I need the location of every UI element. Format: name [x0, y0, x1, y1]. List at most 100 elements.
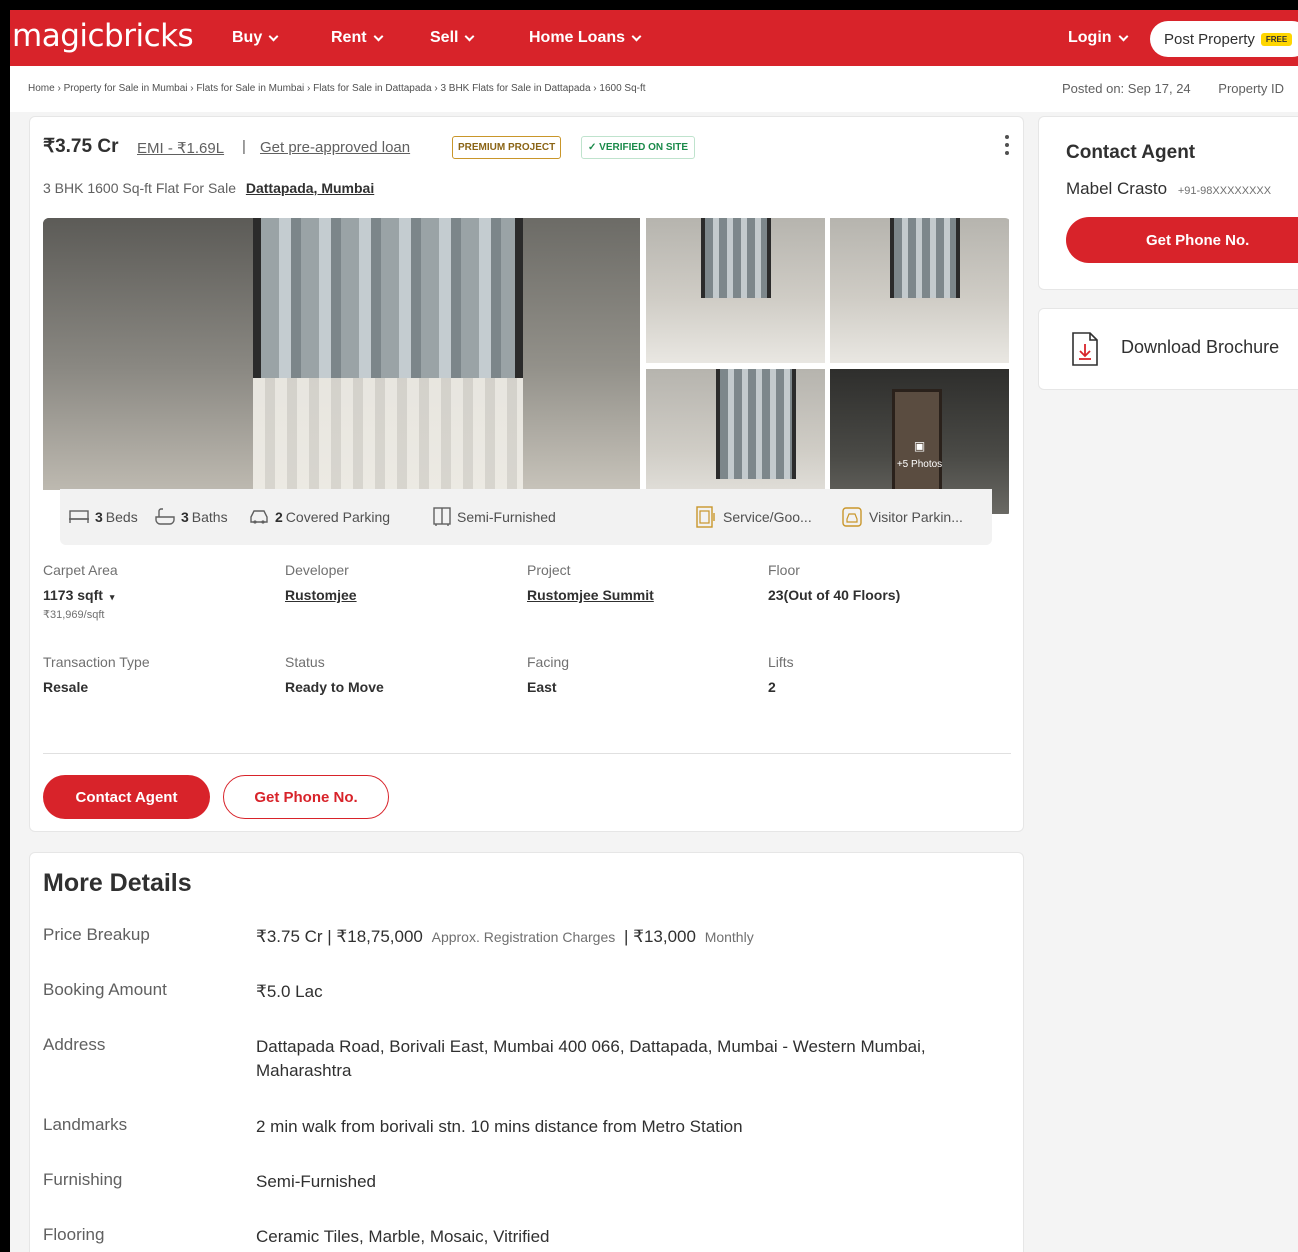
developer-link[interactable]: Rustomjee	[285, 587, 357, 603]
price-per-sqft: ₹31,969/sqft	[43, 609, 105, 621]
separator: |	[242, 138, 246, 155]
nav-sell-label: Sell	[430, 29, 459, 46]
furnishing-label: Furnishing	[43, 1170, 123, 1189]
flooring-label: Flooring	[43, 1225, 105, 1244]
more-details-card: More Details Price Breakup ₹3.75 Cr | ₹1…	[29, 852, 1024, 1252]
pre-approved-loan-link[interactable]: Get pre-approved loan	[260, 139, 410, 156]
listing-price: ₹3.75 Cr	[43, 136, 119, 157]
price-breakup-amount: ₹3.75 Cr | ₹18,75,000	[256, 927, 423, 946]
booking-amount-value: ₹5.0 Lac	[256, 982, 323, 1001]
service-lift-icon	[696, 506, 715, 528]
facing-value: East	[527, 679, 557, 695]
amenity-service-lift: Service/Goo...	[694, 505, 812, 529]
landmarks-value: 2 min walk from borivali stn. 10 mins di…	[256, 1117, 743, 1136]
post-property-button[interactable]: Post Property FREE	[1150, 21, 1298, 57]
car-icon	[250, 510, 268, 524]
agent-info: Mabel Crasto +91-98XXXXXXXX	[1066, 179, 1271, 199]
lifts-value: 2	[768, 679, 776, 695]
verified-label: VERIFIED ON SITE	[599, 142, 689, 153]
facing-label: Facing	[527, 654, 570, 670]
breadcrumb-item[interactable]: Flats for Sale in Mumbai	[196, 83, 304, 94]
verified-badge: ✓ VERIFIED ON SITE	[581, 136, 696, 159]
developer-label: Developer	[285, 562, 349, 578]
flooring-value: Ceramic Tiles, Marble, Mosaic, Vitrified	[256, 1227, 550, 1246]
contact-agent-title: Contact Agent	[1066, 142, 1196, 163]
more-photos-label: +5 Photos	[896, 459, 943, 470]
bed-icon	[69, 510, 89, 523]
amenity-parking: 2 Covered Parking	[248, 508, 390, 526]
breadcrumb-item[interactable]: Flats for Sale in Dattapada	[313, 83, 431, 94]
page: magicbricks Buy Rent Sell Home Loans Log…	[0, 0, 1298, 1252]
gallery-photo[interactable]	[646, 218, 825, 363]
floor-label: Floor	[768, 562, 800, 578]
parking-count: 2	[275, 509, 283, 525]
baths-label: Baths	[191, 509, 228, 525]
post-property-label: Post Property	[1164, 30, 1255, 48]
maintenance-amount: | ₹13,000	[624, 927, 696, 946]
posted-on: Posted on: Sep 17, 24	[1062, 81, 1191, 96]
parking-label: Covered Parking	[285, 509, 391, 525]
nav-sell[interactable]: Sell	[430, 10, 475, 66]
service-lift-label: Service/Goo...	[723, 509, 812, 525]
breadcrumb-item[interactable]: Property for Sale in Mumbai	[64, 83, 188, 94]
landmarks-label: Landmarks	[43, 1115, 128, 1134]
project-link[interactable]: Rustomjee Summit	[527, 587, 654, 603]
beds-label: Beds	[105, 509, 138, 525]
chevron-down-icon	[631, 31, 642, 41]
more-options-icon[interactable]	[1000, 133, 1014, 157]
property-id-label: Property ID	[1218, 81, 1285, 96]
chevron-down-icon	[373, 31, 384, 41]
status-value: Ready to Move	[285, 679, 384, 695]
posted-info: Posted on: Sep 17, 24 Property ID	[1062, 81, 1284, 96]
address-label: Address	[43, 1035, 106, 1054]
top-navbar: magicbricks Buy Rent Sell Home Loans Log…	[10, 10, 1298, 66]
photo-gallery: ▣ +5 Photos	[43, 218, 1011, 515]
listing-card: ₹3.75 Cr EMI - ₹1.69L | Get pre-approved…	[29, 116, 1024, 832]
booking-amount-label: Booking Amount	[43, 980, 167, 999]
beds-count: 3	[95, 509, 103, 525]
premium-project-badge: PREMIUM PROJECT	[452, 136, 562, 159]
login-label: Login	[1068, 29, 1112, 46]
visitor-parking-icon	[842, 507, 862, 527]
amenity-visitor-parking: Visitor Parkin...	[840, 505, 963, 529]
download-brochure-icon	[1072, 332, 1098, 366]
contact-agent-button[interactable]: Contact Agent	[43, 775, 210, 819]
monthly-note: Monthly	[704, 929, 754, 945]
nav-buy[interactable]: Buy	[232, 10, 279, 66]
floor-value: 23(Out of 40 Floors)	[768, 587, 901, 603]
amenity-beds: 3 Beds	[68, 509, 138, 525]
carpet-area-label: Carpet Area	[43, 562, 118, 578]
breadcrumb-item[interactable]: 3 BHK Flats for Sale in Dattapada	[440, 83, 590, 94]
caret-down-icon[interactable]: ▾	[110, 592, 115, 602]
amenity-baths: 3 Baths	[154, 508, 228, 526]
nav-rent[interactable]: Rent	[331, 10, 384, 66]
nav-home-loans[interactable]: Home Loans	[529, 10, 642, 66]
download-brochure-card[interactable]: Download Brochure	[1038, 308, 1298, 390]
sidebar-get-phone-button[interactable]: Get Phone No.	[1066, 217, 1298, 263]
carpet-area-value: 1173 sqft ▾	[43, 587, 114, 603]
bathtub-icon	[155, 508, 175, 525]
more-details-title: More Details	[43, 869, 192, 897]
location-link[interactable]: Dattapada, Mumbai	[246, 180, 374, 196]
address-value: Dattapada Road, Borivali East, Mumbai 40…	[256, 1037, 926, 1080]
get-phone-button[interactable]: Get Phone No.	[223, 775, 389, 819]
breadcrumb-item: 1600 Sq-ft	[599, 83, 646, 94]
contact-agent-card: Contact Agent Mabel Crasto +91-98XXXXXXX…	[1038, 116, 1298, 290]
login-menu[interactable]: Login	[1068, 10, 1128, 66]
carpet-area-text: 1173 sqft	[43, 587, 103, 603]
price-breakup-label: Price Breakup	[43, 925, 150, 944]
magicbricks-logo[interactable]: magicbricks	[12, 18, 194, 54]
main-photo[interactable]	[43, 218, 640, 490]
divider	[43, 753, 1011, 754]
breadcrumb-item[interactable]: Home	[28, 83, 55, 94]
transaction-type-value: Resale	[43, 679, 89, 695]
baths-count: 3	[181, 509, 189, 525]
registration-note: Approx. Registration Charges	[431, 929, 616, 945]
chevron-down-icon	[465, 31, 475, 41]
window-edge	[0, 0, 10, 1252]
gallery-photo[interactable]	[830, 218, 1009, 363]
visitor-parking-label: Visitor Parkin...	[869, 509, 963, 525]
emi-link[interactable]: EMI - ₹1.69L	[137, 139, 224, 157]
project-label: Project	[527, 562, 571, 578]
furnishing-value: Semi-Furnished	[256, 1172, 376, 1191]
